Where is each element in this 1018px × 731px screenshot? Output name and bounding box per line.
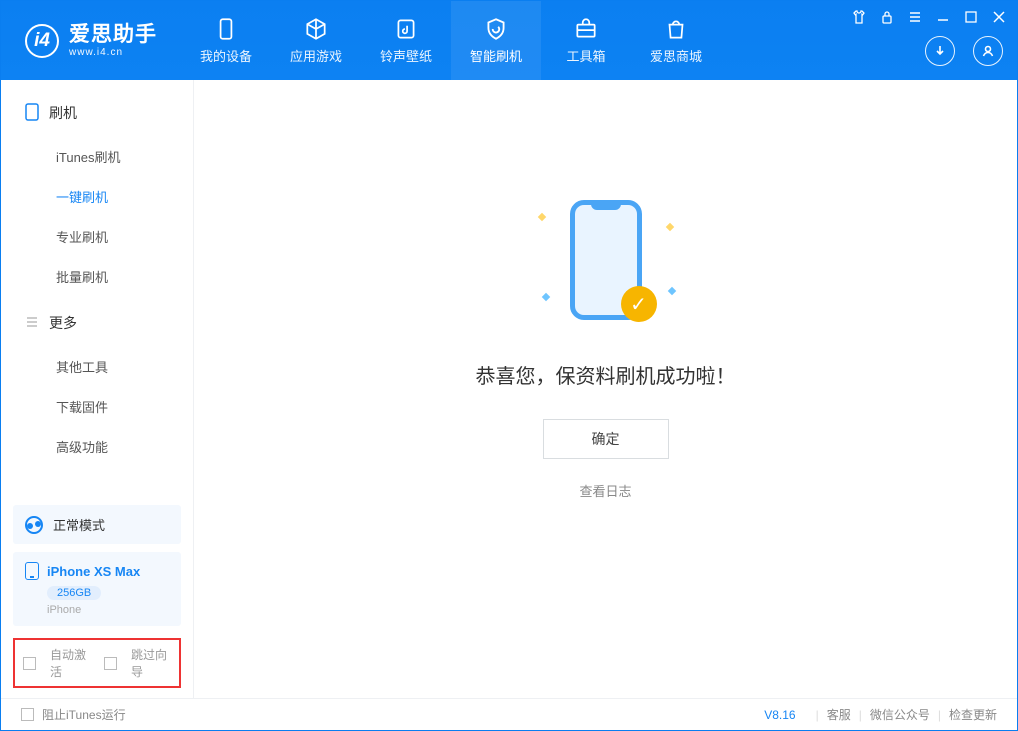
sidebar-item-one-click-flash[interactable]: 一键刷机 (1, 176, 193, 216)
shield-refresh-icon (483, 16, 509, 42)
sidebar-item-batch-flash[interactable]: 批量刷机 (1, 256, 193, 296)
device-name: iPhone XS Max (47, 564, 140, 579)
sidebar-item-pro-flash[interactable]: 专业刷机 (1, 216, 193, 256)
tab-label: 爱思商城 (650, 46, 702, 65)
device-icon (25, 103, 39, 124)
sidebar-section-flash: 刷机 (1, 96, 193, 136)
tab-store[interactable]: 爱思商城 (631, 1, 721, 80)
tab-label: 铃声壁纸 (380, 46, 432, 65)
cube-icon (303, 16, 329, 42)
sparkle-icon (665, 223, 673, 231)
link-wechat[interactable]: 微信公众号 (870, 706, 930, 723)
section-title: 更多 (49, 313, 77, 333)
checkbox-block-itunes[interactable] (21, 708, 34, 721)
sidebar-item-other-tools[interactable]: 其他工具 (1, 346, 193, 386)
divider: | (859, 708, 862, 722)
logo-text: 爱思助手 www.i4.cn (69, 23, 157, 57)
sidebar-nav: 刷机 iTunes刷机 一键刷机 专业刷机 批量刷机 更多 其他工具 下载固件 … (1, 80, 193, 505)
tab-label: 应用游戏 (290, 46, 342, 65)
view-log-link[interactable]: 查看日志 (579, 481, 631, 500)
logo-subtitle: www.i4.cn (69, 47, 157, 58)
sidebar-item-itunes-flash[interactable]: iTunes刷机 (1, 136, 193, 176)
footer-right: V8.16 | 客服 | 微信公众号 | 检查更新 (764, 706, 997, 723)
phone-icon (213, 16, 239, 42)
label-auto-activate: 自动激活 (50, 646, 90, 680)
divider: | (938, 708, 941, 722)
app-body: 刷机 iTunes刷机 一键刷机 专业刷机 批量刷机 更多 其他工具 下载固件 … (1, 80, 1017, 698)
logo-title: 爱思助手 (69, 23, 157, 46)
tab-toolbox[interactable]: 工具箱 (541, 1, 631, 80)
device-capacity: 256GB (47, 586, 101, 600)
sparkle-icon (541, 293, 549, 301)
divider: | (816, 708, 819, 722)
sparkle-icon (667, 287, 675, 295)
logo-icon: i4 (25, 24, 59, 58)
footer-left: 阻止iTunes运行 (21, 706, 764, 723)
user-button[interactable] (973, 36, 1003, 66)
shopping-bag-icon (663, 16, 689, 42)
music-note-icon (393, 16, 419, 42)
sidebar-item-download-firmware[interactable]: 下载固件 (1, 386, 193, 426)
close-icon[interactable] (991, 9, 1007, 25)
minimize-icon[interactable] (935, 9, 951, 25)
tab-apps-games[interactable]: 应用游戏 (271, 1, 361, 80)
link-check-update[interactable]: 检查更新 (949, 706, 997, 723)
device-card[interactable]: iPhone XS Max 256GB iPhone (13, 552, 181, 626)
sparkle-icon (537, 213, 545, 221)
ok-button[interactable]: 确定 (543, 419, 669, 459)
check-badge-icon: ✓ (621, 286, 657, 322)
toolbox-icon (573, 16, 599, 42)
main-tabs: 我的设备 应用游戏 铃声壁纸 智能刷机 工具箱 爱思商城 (181, 1, 721, 80)
checkbox-skip-wizard[interactable] (104, 657, 117, 670)
footer: 阻止iTunes运行 V8.16 | 客服 | 微信公众号 | 检查更新 (1, 698, 1017, 730)
sidebar: 刷机 iTunes刷机 一键刷机 专业刷机 批量刷机 更多 其他工具 下载固件 … (1, 80, 194, 698)
app-header: i4 爱思助手 www.i4.cn 我的设备 应用游戏 铃声壁纸 智能刷机 工具… (1, 1, 1017, 80)
section-title: 刷机 (49, 103, 77, 123)
mode-label: 正常模式 (53, 515, 105, 534)
options-row-highlighted: 自动激活 跳过向导 (13, 638, 181, 688)
device-name-row: iPhone XS Max (25, 562, 169, 580)
tab-my-device[interactable]: 我的设备 (181, 1, 271, 80)
menu-icon[interactable] (907, 9, 923, 25)
label-skip-wizard: 跳过向导 (131, 646, 171, 680)
link-customer-service[interactable]: 客服 (827, 706, 851, 723)
version-label: V8.16 (764, 708, 795, 722)
lock-icon[interactable] (879, 9, 895, 25)
tab-smart-flash[interactable]: 智能刷机 (451, 1, 541, 80)
tshirt-icon[interactable] (851, 9, 867, 25)
mode-icon (25, 516, 43, 534)
tab-label: 我的设备 (200, 46, 252, 65)
tab-ringtones-wallpapers[interactable]: 铃声壁纸 (361, 1, 451, 80)
mode-card[interactable]: 正常模式 (13, 505, 181, 544)
checkbox-auto-activate[interactable] (23, 657, 36, 670)
list-icon (25, 315, 39, 332)
success-illustration: ✓ (521, 190, 691, 340)
main-content: ✓ 恭喜您，保资料刷机成功啦！ 确定 查看日志 (194, 80, 1017, 698)
maximize-icon[interactable] (963, 9, 979, 25)
tab-label: 工具箱 (566, 46, 605, 65)
success-message: 恭喜您，保资料刷机成功啦！ (476, 360, 736, 389)
sidebar-section-more: 更多 (1, 306, 193, 346)
label-block-itunes: 阻止iTunes运行 (42, 706, 126, 723)
device-type: iPhone (47, 604, 169, 616)
download-button[interactable] (925, 36, 955, 66)
sidebar-item-advanced[interactable]: 高级功能 (1, 426, 193, 466)
window-controls-top (851, 9, 1007, 25)
tab-label: 智能刷机 (470, 46, 522, 65)
logo: i4 爱思助手 www.i4.cn (1, 1, 181, 80)
phone-icon (25, 562, 39, 580)
window-controls-bottom (925, 36, 1003, 66)
